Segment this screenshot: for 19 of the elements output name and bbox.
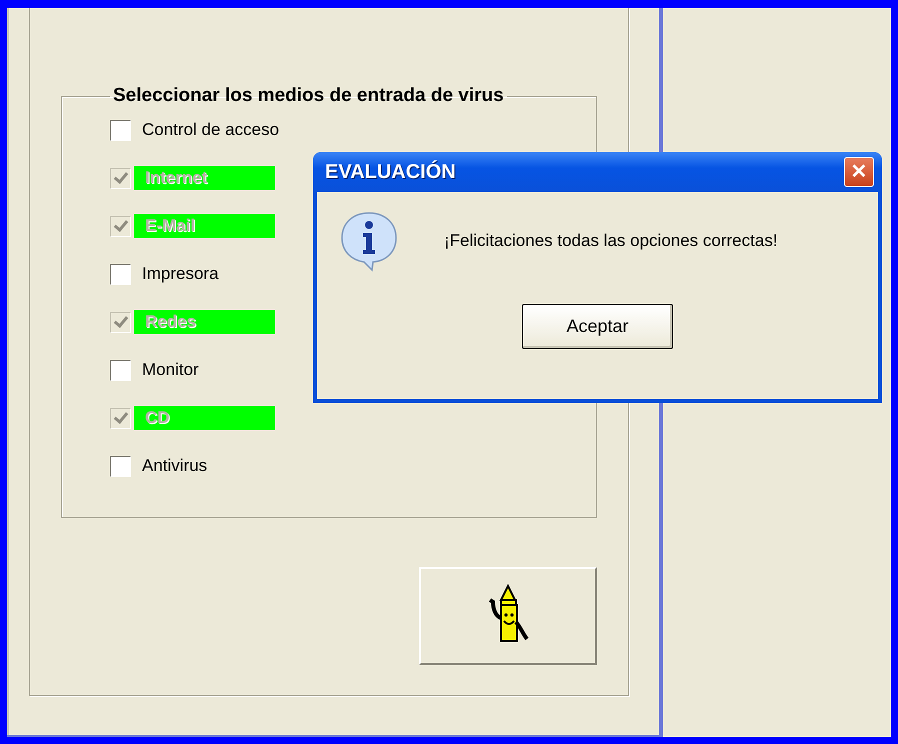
option-label: Internet	[134, 166, 275, 190]
accept-button[interactable]: Aceptar	[522, 304, 673, 349]
option-label: Monitor	[141, 359, 200, 381]
option-label: E-Mail	[134, 214, 275, 238]
option-label: Impresora	[141, 263, 220, 285]
checkbox[interactable]	[110, 120, 131, 140]
close-button[interactable]: ✕	[844, 157, 874, 187]
mascot-button[interactable]	[419, 567, 597, 665]
group-title: Seleccionar los medios de entrada de virus	[112, 85, 505, 107]
option-label: Redes	[134, 310, 275, 334]
info-icon	[339, 210, 399, 272]
checkbox[interactable]	[110, 264, 131, 284]
option-label: Control de acceso	[141, 119, 280, 141]
checkbox[interactable]	[110, 456, 131, 476]
option-label: Antivirus	[141, 455, 208, 477]
dialog-title: EVALUACIÓN	[325, 160, 456, 184]
dialog-message: ¡Felicitaciones todas las opciones correctas!	[444, 231, 778, 251]
option-label: CD	[134, 406, 275, 430]
checkbox[interactable]	[110, 360, 131, 380]
